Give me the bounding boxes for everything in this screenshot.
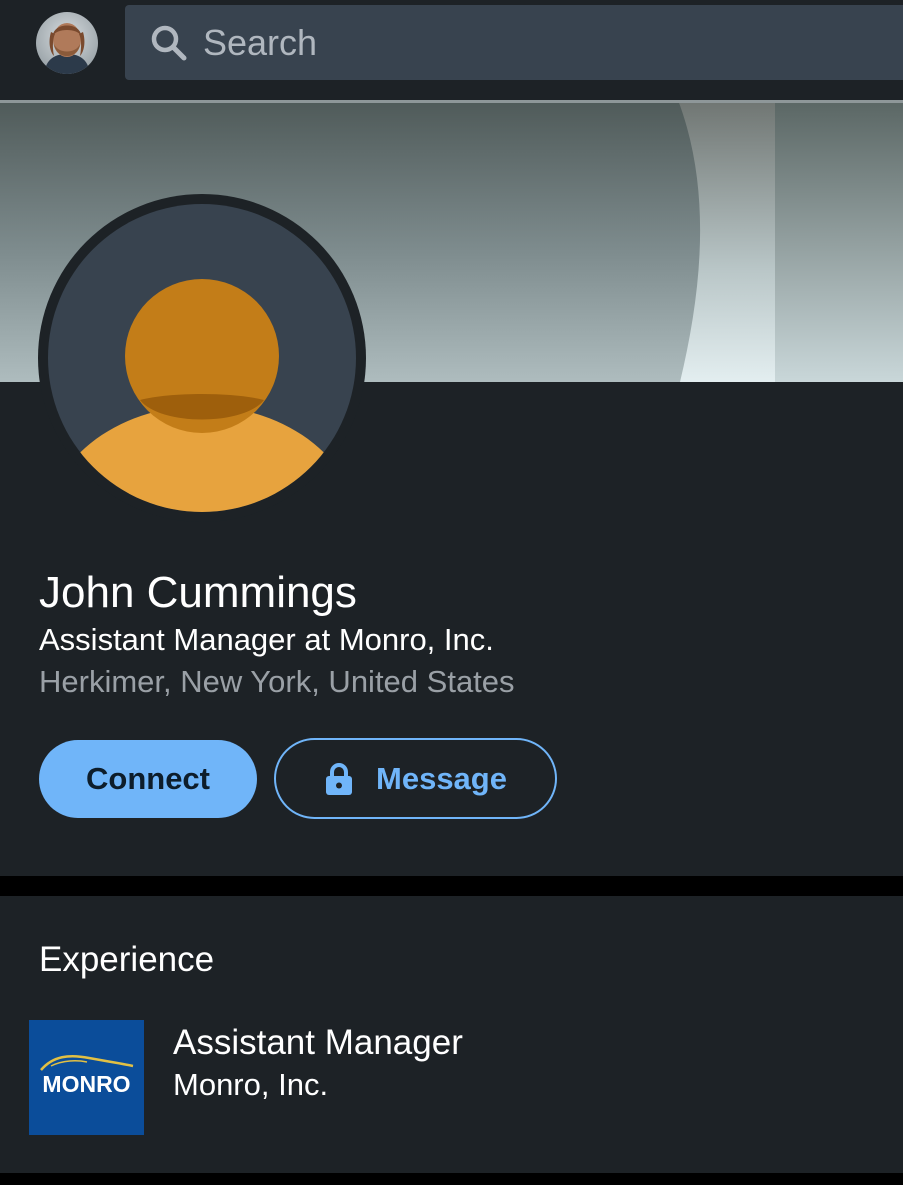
lock-icon <box>324 762 354 796</box>
profile-photo[interactable] <box>38 194 366 522</box>
experience-company: Monro, Inc. <box>173 1067 329 1102</box>
connect-button-label: Connect <box>86 761 210 796</box>
experience-section: Experience MONRO Assistant Manager Monro… <box>0 896 903 1173</box>
search-bar[interactable] <box>125 5 903 80</box>
connect-button[interactable]: Connect <box>39 740 257 818</box>
message-button-label: Message <box>376 760 507 796</box>
profile-card: John Cummings Assistant Manager at Monro… <box>0 100 903 876</box>
profile-headline: Assistant Manager at Monro, Inc. <box>39 622 494 657</box>
default-avatar-icon <box>48 204 356 512</box>
search-input[interactable] <box>203 21 853 64</box>
profile-name: John Cummings <box>39 568 357 617</box>
experience-role[interactable]: Assistant Manager <box>173 1023 463 1063</box>
monro-logo-graphic: MONRO <box>29 1020 144 1135</box>
search-icon <box>149 23 189 63</box>
user-avatar-photo <box>36 12 98 74</box>
top-nav-bar <box>0 0 903 100</box>
svg-text:MONRO: MONRO <box>42 1071 130 1097</box>
experience-section-title: Experience <box>39 940 215 979</box>
monro-company-logo[interactable]: MONRO <box>29 1020 144 1135</box>
user-avatar[interactable] <box>36 12 98 74</box>
message-button[interactable]: Message <box>274 738 557 819</box>
profile-location: Herkimer, New York, United States <box>39 664 515 699</box>
